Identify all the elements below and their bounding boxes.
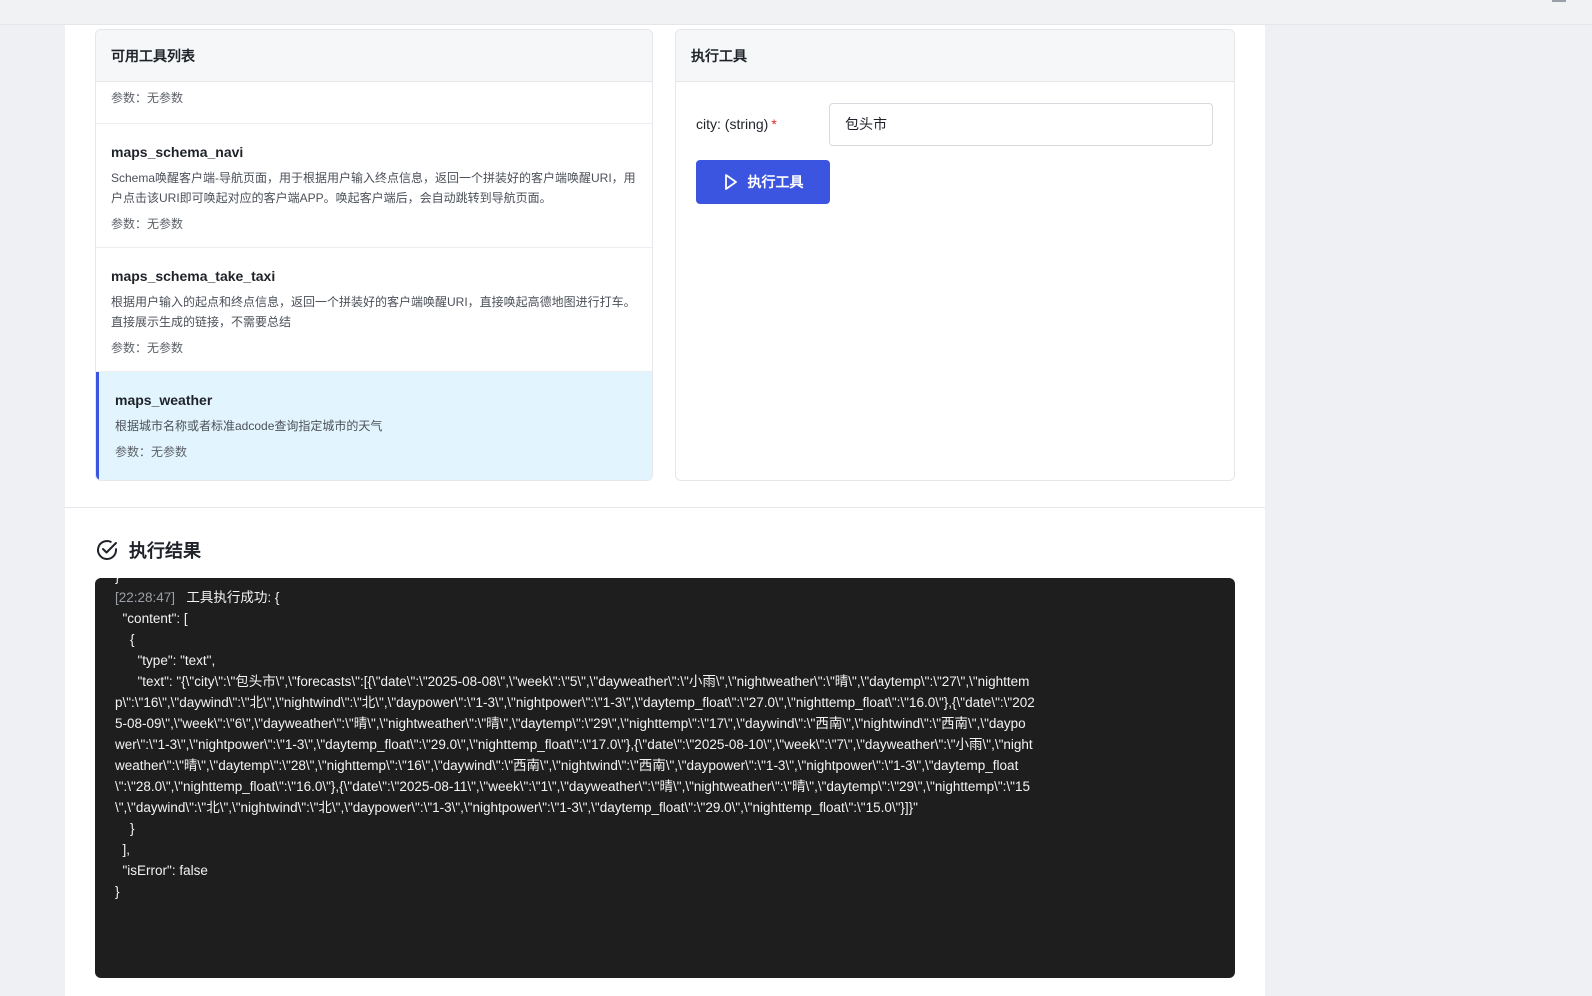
- tool-name: maps_schema_take_taxi: [111, 268, 276, 284]
- window-top-bar: [0, 0, 1592, 25]
- tool-name: maps_weather: [115, 392, 213, 408]
- execute-tool-button[interactable]: 执行工具: [696, 160, 830, 204]
- tool-description: 根据用户输入的起点和终点信息，返回一个拼装好的客户端唤醒URI，直接唤起高德地图…: [111, 295, 636, 329]
- tool-description: 根据城市名称或者标准adcode查询指定城市的天气: [115, 419, 383, 433]
- tool-params: 参数：无参数: [111, 91, 184, 105]
- execute-tool-panel: 执行工具 city: (string)* 执行工具: [675, 29, 1235, 481]
- city-field-row: city: (string) *: [696, 102, 1216, 146]
- tool-item-maps-schema-navi[interactable]: maps_schema_navi Schema唤醒客户端-导航页面，用于根据用户…: [96, 124, 652, 248]
- city-field-label: city: (string) *: [696, 116, 829, 132]
- tool-params: 参数：无参数: [115, 445, 188, 459]
- execute-tool-title: 执行工具: [676, 30, 1234, 82]
- tool-params: 参数：无参数: [111, 341, 184, 355]
- tool-list-title: 可用工具列表: [96, 30, 652, 82]
- tool-params: 参数：无参数: [111, 217, 184, 231]
- city-input[interactable]: [829, 102, 1213, 146]
- tool-description: Schema唤醒客户端-导航页面，用于根据用户输入终点信息，返回一个拼装好的客户…: [111, 171, 636, 205]
- result-console[interactable]: } [22:28:47] 工具执行成功: { "content": [ { "t…: [95, 578, 1235, 978]
- result-title: 执行结果: [129, 541, 201, 561]
- result-heading: 执行结果: [95, 537, 201, 563]
- tool-item-maps-schema-take-taxi[interactable]: maps_schema_take_taxi 根据用户输入的起点和终点信息，返回一…: [96, 248, 652, 372]
- console-output: } [22:28:47] 工具执行成功: { "content": [ { "t…: [115, 578, 1035, 902]
- main-content: 可用工具列表 参数：无参数 maps_schema_navi Schema唤醒客…: [65, 25, 1265, 996]
- tool-list-panel: 可用工具列表 参数：无参数 maps_schema_navi Schema唤醒客…: [95, 29, 653, 481]
- minimize-icon[interactable]: [1552, 0, 1566, 2]
- tool-name: maps_schema_navi: [111, 144, 244, 160]
- log-message: 工具执行成功: { "content": [ { "type": "text",…: [115, 590, 1035, 899]
- required-mark: *: [771, 116, 777, 132]
- log-timestamp: [22:28:47]: [115, 590, 176, 605]
- console-prev-tail: }: [115, 578, 120, 584]
- play-icon: [724, 174, 737, 190]
- tool-item-maps-weather[interactable]: maps_weather 根据城市名称或者标准adcode查询指定城市的天气 参…: [96, 372, 652, 480]
- city-field-label-text: city: (string): [696, 116, 769, 132]
- section-divider: [65, 507, 1265, 508]
- check-circle-icon: [97, 540, 117, 560]
- execute-tool-button-label: 执行工具: [747, 174, 804, 190]
- tool-list[interactable]: 参数：无参数 maps_schema_navi Schema唤醒客户端-导航页面…: [96, 82, 652, 480]
- tool-item-partial[interactable]: 参数：无参数: [96, 82, 652, 124]
